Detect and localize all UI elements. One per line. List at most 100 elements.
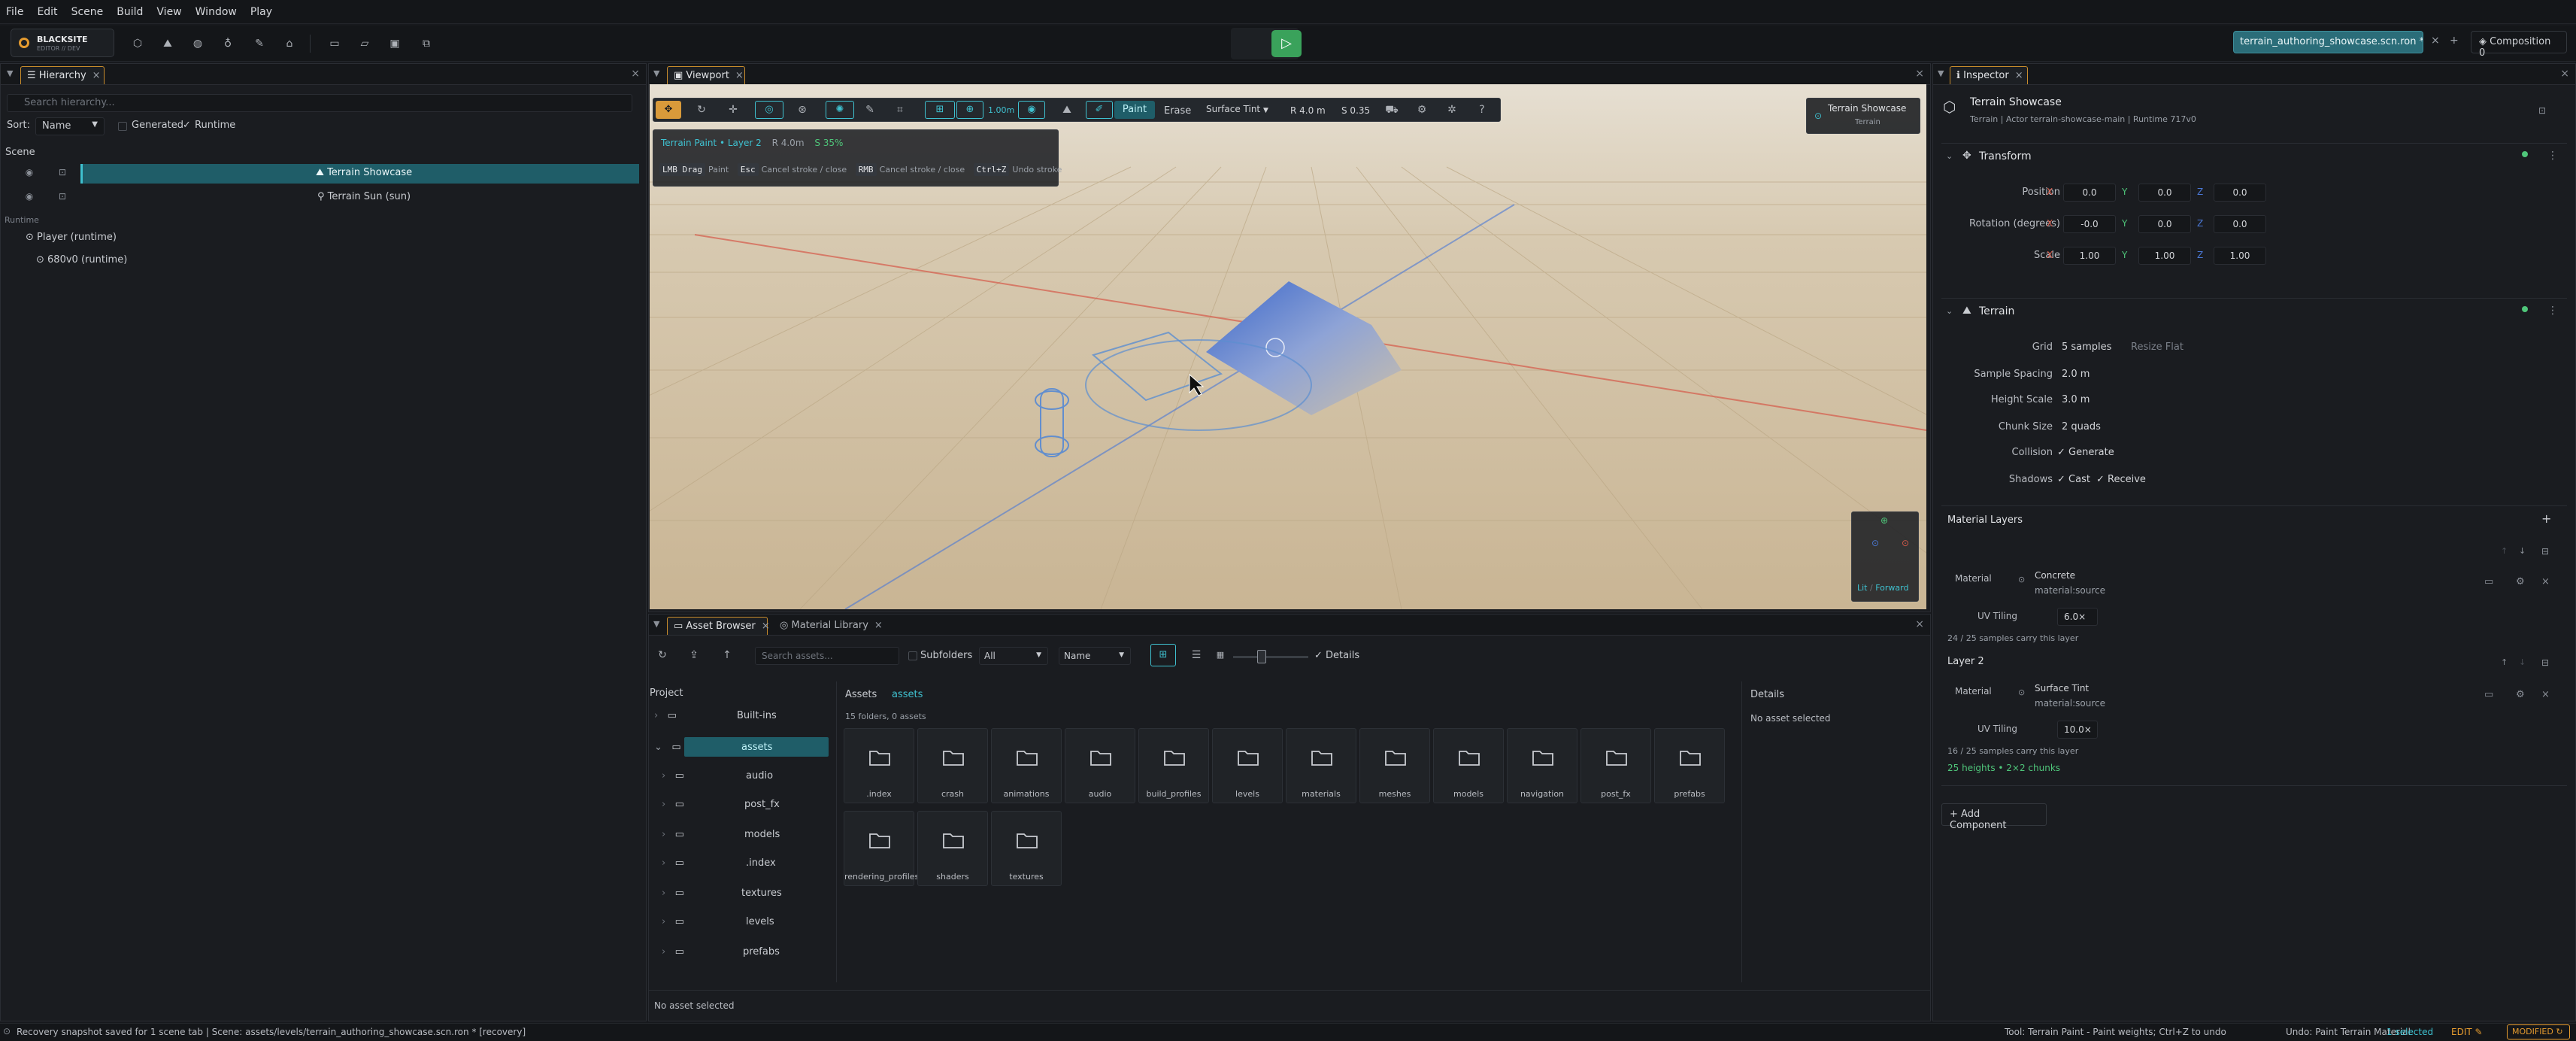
close-tab-icon[interactable]: × bbox=[92, 70, 101, 81]
tree-item-index[interactable]: › ▭ bbox=[662, 857, 684, 869]
terrain-icon[interactable]: ⛰ bbox=[159, 35, 176, 52]
world-space-icon[interactable]: ◎ bbox=[755, 101, 783, 119]
expand-icon[interactable]: › bbox=[662, 770, 665, 782]
expand-icon[interactable]: › bbox=[662, 799, 665, 810]
scene-tab[interactable]: terrain_authoring_showcase.scn.ron * bbox=[2233, 31, 2423, 53]
lit-mode-label[interactable]: Lit bbox=[1857, 583, 1868, 593]
asset-folder-tile[interactable]: meshes bbox=[1359, 728, 1430, 803]
brush-strength-value[interactable]: S 0.35 bbox=[1341, 105, 1370, 116]
move-up-icon[interactable]: ↑ bbox=[2501, 546, 2508, 556]
menu-edit[interactable]: Edit bbox=[35, 6, 59, 18]
asset-filter-select[interactable]: All ▼ bbox=[979, 647, 1048, 665]
tree-label-levels[interactable]: levels bbox=[746, 916, 774, 927]
layer1-uv-input[interactable]: 6.0× bbox=[2057, 608, 2098, 626]
close-tab-icon[interactable]: × bbox=[762, 621, 770, 632]
close-tab-icon[interactable]: × bbox=[874, 620, 883, 631]
camera-speed-icon[interactable]: ⛟ bbox=[1383, 102, 1400, 118]
scale-tool-icon[interactable]: ✛ bbox=[725, 102, 741, 118]
details-toggle[interactable]: ✓ Details bbox=[1314, 650, 1359, 661]
subfolders-checkbox[interactable] bbox=[908, 651, 917, 660]
runtime-item-player[interactable]: ⊙ Player (runtime) bbox=[26, 232, 117, 250]
shadows-receive-checkbox[interactable]: ✓ Receive bbox=[2096, 474, 2146, 485]
tree-item-audio[interactable]: › ▭ bbox=[662, 770, 684, 782]
transform-x-input[interactable]: 1.00 bbox=[2063, 247, 2116, 265]
asset-folder-tile[interactable]: navigation bbox=[1507, 728, 1577, 803]
close-panel-icon[interactable]: × bbox=[2560, 68, 2569, 80]
grid-size-value[interactable]: 1.00m bbox=[988, 105, 1014, 115]
help-icon[interactable]: ? bbox=[1474, 102, 1490, 118]
grid-snap-icon[interactable]: ⊞ bbox=[925, 101, 955, 119]
globe-icon[interactable]: ◍ bbox=[189, 35, 206, 52]
move-down-icon[interactable]: ↓ bbox=[2519, 546, 2526, 556]
component-enabled-indicator[interactable] bbox=[2522, 151, 2528, 157]
tree-item-models[interactable]: › ▭ bbox=[662, 829, 684, 840]
tree-item-post-fx[interactable]: › ▭ bbox=[662, 799, 684, 810]
layer2-material-field[interactable]: ⊙ Surface Tint material:source bbox=[2012, 681, 2475, 712]
visibility-eye-icon[interactable]: ◉ bbox=[23, 191, 36, 203]
asset-folder-tile[interactable]: levels bbox=[1212, 728, 1283, 803]
transform-y-input[interactable]: 1.00 bbox=[2138, 247, 2191, 265]
shadows-cast-checkbox[interactable]: ✓ Cast bbox=[2057, 474, 2090, 485]
snap-magnet-icon[interactable]: ⊕ bbox=[956, 101, 983, 119]
open-folder-icon[interactable]: ▱ bbox=[356, 35, 373, 52]
layer1-material-field[interactable]: ⊙ Concrete material:source bbox=[2012, 569, 2475, 599]
tree-label-textures[interactable]: textures bbox=[741, 888, 782, 899]
layer-select[interactable]: Surface Tint ▼ bbox=[1202, 101, 1277, 119]
asset-folder-tile[interactable]: materials bbox=[1286, 728, 1356, 803]
height-scale-value[interactable]: 3.0 m bbox=[2062, 394, 2090, 405]
composition-button[interactable]: ◈ Composition 0 bbox=[2471, 31, 2567, 59]
asset-folder-tile[interactable]: rendering_profiles bbox=[844, 811, 919, 886]
asset-folder-tile[interactable]: prefabs bbox=[1654, 728, 1725, 803]
resize-flat-button[interactable]: Resize Flat bbox=[2131, 341, 2184, 353]
transform-y-input[interactable]: 0.0 bbox=[2138, 215, 2191, 233]
menu-file[interactable]: File bbox=[5, 6, 25, 18]
asset-folder-tile[interactable]: build_profiles bbox=[1138, 728, 1209, 803]
vehicle-icon[interactable]: ⌂ bbox=[281, 35, 298, 52]
expand-icon[interactable]: › bbox=[662, 829, 665, 840]
generated-checkbox[interactable] bbox=[118, 122, 127, 131]
tab-asset-browser[interactable]: ▭ Asset Browser × bbox=[667, 617, 770, 635]
tree-label-audio[interactable]: audio bbox=[746, 770, 773, 782]
terrain-sculpt-icon[interactable]: ⛰ bbox=[1059, 102, 1075, 118]
clear-material-icon[interactable]: × bbox=[2541, 689, 2550, 700]
menu-view[interactable]: View bbox=[155, 6, 183, 18]
list-view-icon[interactable]: ☰ bbox=[1188, 647, 1205, 663]
collapse-icon[interactable]: ⌄ bbox=[654, 742, 662, 753]
refresh-icon[interactable]: ↻ bbox=[654, 647, 671, 663]
tab-inspector[interactable]: ℹ Inspector × bbox=[1950, 66, 2028, 84]
asset-folder-tile[interactable]: post_fx bbox=[1580, 728, 1651, 803]
asset-folder-tile[interactable]: animations bbox=[991, 728, 1062, 803]
crop-icon[interactable]: ⌗ bbox=[892, 102, 908, 118]
material-settings-icon[interactable]: ⚙ bbox=[2516, 576, 2525, 587]
lighting-icon[interactable]: ✺ bbox=[826, 101, 854, 119]
move-up-icon[interactable]: ↑ bbox=[2501, 657, 2508, 667]
hierarchy-item-terrain-sun[interactable]: ⚲ Terrain Sun (sun) bbox=[317, 191, 411, 209]
chunk-size-value[interactable]: 2 quads bbox=[2062, 421, 2101, 432]
up-folder-icon[interactable]: ↑ bbox=[719, 647, 735, 663]
tab-material-library[interactable]: ◎ Material Library × bbox=[774, 617, 891, 635]
component-enabled-indicator[interactable] bbox=[2522, 306, 2528, 312]
paint-mode-button[interactable]: Paint bbox=[1114, 101, 1155, 119]
select-tool-icon[interactable]: ✥ bbox=[656, 101, 681, 119]
runtime-checkbox[interactable]: ✓ bbox=[183, 120, 191, 138]
tree-item-prefabs[interactable]: › ▭ bbox=[662, 946, 684, 958]
axis-y-icon[interactable]: ⊕ bbox=[1880, 515, 1888, 526]
terrain-paint-icon[interactable]: ✐ bbox=[1086, 101, 1113, 119]
collapse-icon[interactable]: ⌄ bbox=[1946, 151, 1953, 161]
tree-item-levels[interactable]: › ▭ bbox=[662, 916, 684, 927]
transform-z-input[interactable]: 0.0 bbox=[2214, 184, 2266, 202]
gizmo-settings-icon[interactable]: ⚙ bbox=[1414, 102, 1430, 118]
asset-search-input[interactable]: Search assets... bbox=[755, 647, 899, 665]
asset-folder-tile[interactable]: .index bbox=[844, 728, 914, 803]
browse-folder-icon[interactable]: ▭ bbox=[2484, 689, 2493, 700]
grid-value[interactable]: 5 samples bbox=[2062, 341, 2111, 353]
play-button[interactable]: ▷ bbox=[1271, 30, 1302, 57]
menu-build[interactable]: Build bbox=[115, 6, 144, 18]
panel-menu-icon[interactable]: ▼ bbox=[1938, 68, 1944, 78]
collision-generate-checkbox[interactable]: ✓ Generate bbox=[2057, 447, 2114, 458]
light-icon[interactable]: ♁ bbox=[220, 35, 236, 52]
delete-layer-icon[interactable]: ⊟ bbox=[2541, 657, 2549, 668]
panel-menu-icon[interactable]: ▼ bbox=[653, 619, 659, 629]
component-menu-icon[interactable]: ⋮ bbox=[2547, 305, 2558, 317]
tree-item-textures[interactable]: › ▭ bbox=[662, 888, 684, 899]
